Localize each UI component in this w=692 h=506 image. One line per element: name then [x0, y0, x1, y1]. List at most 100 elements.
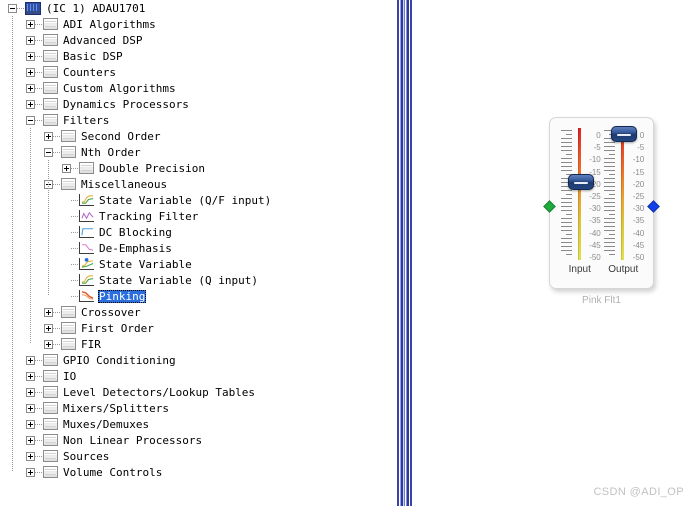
tree-item-adi-algorithms[interactable]: ADI Algorithms [0, 16, 392, 32]
output-label: Output [608, 264, 639, 275]
expand-icon[interactable] [26, 387, 35, 397]
application-window: (IC 1) ADAU1701 ADI Algorithms Advanced DS… [0, 0, 692, 506]
expand-icon[interactable] [26, 419, 35, 429]
output-slider-handle[interactable] [611, 126, 638, 142]
tree-item-volume-controls[interactable]: Volume Controls [0, 464, 392, 480]
collapse-icon[interactable] [8, 3, 17, 13]
tree-item-label: First Order [81, 321, 154, 335]
tree-item-ic-1-adau1701[interactable]: (IC 1) ADAU1701 [0, 0, 392, 16]
expand-icon[interactable] [26, 435, 35, 445]
tree-item-gpio-conditioning[interactable]: GPIO Conditioning [0, 352, 392, 368]
tree-item-sources[interactable]: Sources [0, 448, 392, 464]
expand-icon[interactable] [26, 51, 35, 61]
tree-item-nth-order[interactable]: Nth Order [0, 144, 392, 160]
tree-item-dynamics-processors[interactable]: Dynamics Processors [0, 96, 392, 112]
input-slider-unit[interactable]: 0 -5 -10 -15 -20 -25 -30 -35 -40 -45 -50 [559, 126, 601, 262]
tree-item-muxes-demuxes[interactable]: Muxes/Demuxes [0, 416, 392, 432]
tree-item-pinking[interactable]: Pinking [0, 288, 392, 304]
tree-connector [71, 247, 78, 249]
tree-connector [35, 71, 42, 73]
expand-icon[interactable] [26, 67, 35, 77]
expand-icon[interactable] [26, 35, 35, 45]
plot-icon-tracking [79, 210, 94, 222]
tree-item-fir[interactable]: FIR [0, 336, 392, 352]
tree-item-filters[interactable]: Filters [0, 112, 392, 128]
schematic-canvas[interactable]: 0 -5 -10 -15 -20 -25 -30 -35 -40 -45 -50 0 -5 -10 -15… [412, 0, 692, 506]
tree-item-label: Non Linear Processors [63, 433, 203, 447]
tree-connector [53, 327, 60, 329]
tree-item-io[interactable]: IO [0, 368, 392, 384]
tree-item-label: State Variable (Q input) [99, 273, 258, 287]
tree-item-counters[interactable]: Counters [0, 64, 392, 80]
tree-item-custom-algorithms[interactable]: Custom Algorithms [0, 80, 392, 96]
folder-icon [43, 18, 58, 30]
collapse-icon[interactable] [26, 115, 35, 125]
folder-icon [61, 146, 76, 158]
scale-tick-label: -5 [637, 143, 645, 153]
tree-connector [35, 391, 42, 393]
expand-icon[interactable] [44, 339, 53, 349]
tree-item-state-variable[interactable]: State Variable [0, 256, 392, 272]
output-ruler-icon [604, 130, 616, 258]
expand-icon[interactable] [44, 323, 53, 333]
tree-item-label: State Variable (Q/F input) [99, 193, 272, 207]
tree-connector [71, 279, 78, 281]
expand-icon[interactable] [26, 467, 35, 477]
expand-icon[interactable] [26, 19, 35, 29]
output-pin[interactable] [647, 200, 660, 213]
tree-item-non-linear-processors[interactable]: Non Linear Processors [0, 432, 392, 448]
input-slider-handle[interactable] [567, 174, 594, 190]
input-meter-bar [577, 128, 581, 260]
tree-item-second-order[interactable]: Second Order [0, 128, 392, 144]
tree-item-crossover[interactable]: Crossover [0, 304, 392, 320]
expand-icon[interactable] [26, 403, 35, 413]
plot-icon-dcblock [79, 226, 94, 238]
tree-connector [35, 423, 42, 425]
tree-item-tracking-filter[interactable]: Tracking Filter [0, 208, 392, 224]
output-slider-unit[interactable]: 0 -5 -10 -15 -20 -25 -30 -35 -40 -45 -50 [602, 126, 644, 262]
expand-icon[interactable] [26, 451, 35, 461]
expand-icon[interactable] [44, 307, 53, 317]
algorithm-tree-panel[interactable]: (IC 1) ADAU1701 ADI Algorithms Advanced DS… [0, 0, 392, 506]
plot-icon-pinking [79, 290, 94, 302]
tree-item-miscellaneous[interactable]: Miscellaneous [0, 176, 392, 192]
tree-item-double-precision[interactable]: Double Precision [0, 160, 392, 176]
pink-filter-block[interactable]: 0 -5 -10 -15 -20 -25 -30 -35 -40 -45 -50 0 -5 -10 -15… [543, 117, 660, 306]
tree-item-de-emphasis[interactable]: De-Emphasis [0, 240, 392, 256]
input-pin[interactable] [543, 200, 556, 213]
expand-icon[interactable] [62, 163, 71, 173]
tree-item-dc-blocking[interactable]: DC Blocking [0, 224, 392, 240]
tree-item-label: Dynamics Processors [63, 97, 189, 111]
tree-item-advanced-dsp[interactable]: Advanced DSP [0, 32, 392, 48]
folder-icon [43, 354, 58, 366]
panel-splitter[interactable] [396, 0, 412, 506]
tree-item-state-variable-q-f-input[interactable]: State Variable (Q/F input) [0, 192, 392, 208]
tree-item-first-order[interactable]: First Order [0, 320, 392, 336]
expand-icon[interactable] [44, 131, 53, 141]
expand-icon[interactable] [26, 355, 35, 365]
tree-item-basic-dsp[interactable]: Basic DSP [0, 48, 392, 64]
scale-tick-label: -45 [589, 240, 601, 250]
tree-item-label: Filters [63, 113, 110, 127]
folder-icon [79, 162, 94, 174]
slider-area: 0 -5 -10 -15 -20 -25 -30 -35 -40 -45 -50 0 -5 -10 -15… [558, 126, 645, 262]
expand-icon[interactable] [26, 83, 35, 93]
collapse-icon[interactable] [44, 147, 53, 157]
expand-icon[interactable] [26, 371, 35, 381]
folder-icon [43, 114, 58, 126]
plot-icon-deemphasis [79, 242, 94, 254]
tree-item-state-variable-q-input[interactable]: State Variable (Q input) [0, 272, 392, 288]
block-body[interactable]: 0 -5 -10 -15 -20 -25 -30 -35 -40 -45 -50 0 -5 -10 -15… [543, 117, 660, 289]
tree-item-mixers-splitters[interactable]: Mixers/Splitters [0, 400, 392, 416]
expand-icon[interactable] [26, 99, 35, 109]
tree-item-level-detectors-lookup-tables[interactable]: Level Detectors/Lookup Tables [0, 384, 392, 400]
